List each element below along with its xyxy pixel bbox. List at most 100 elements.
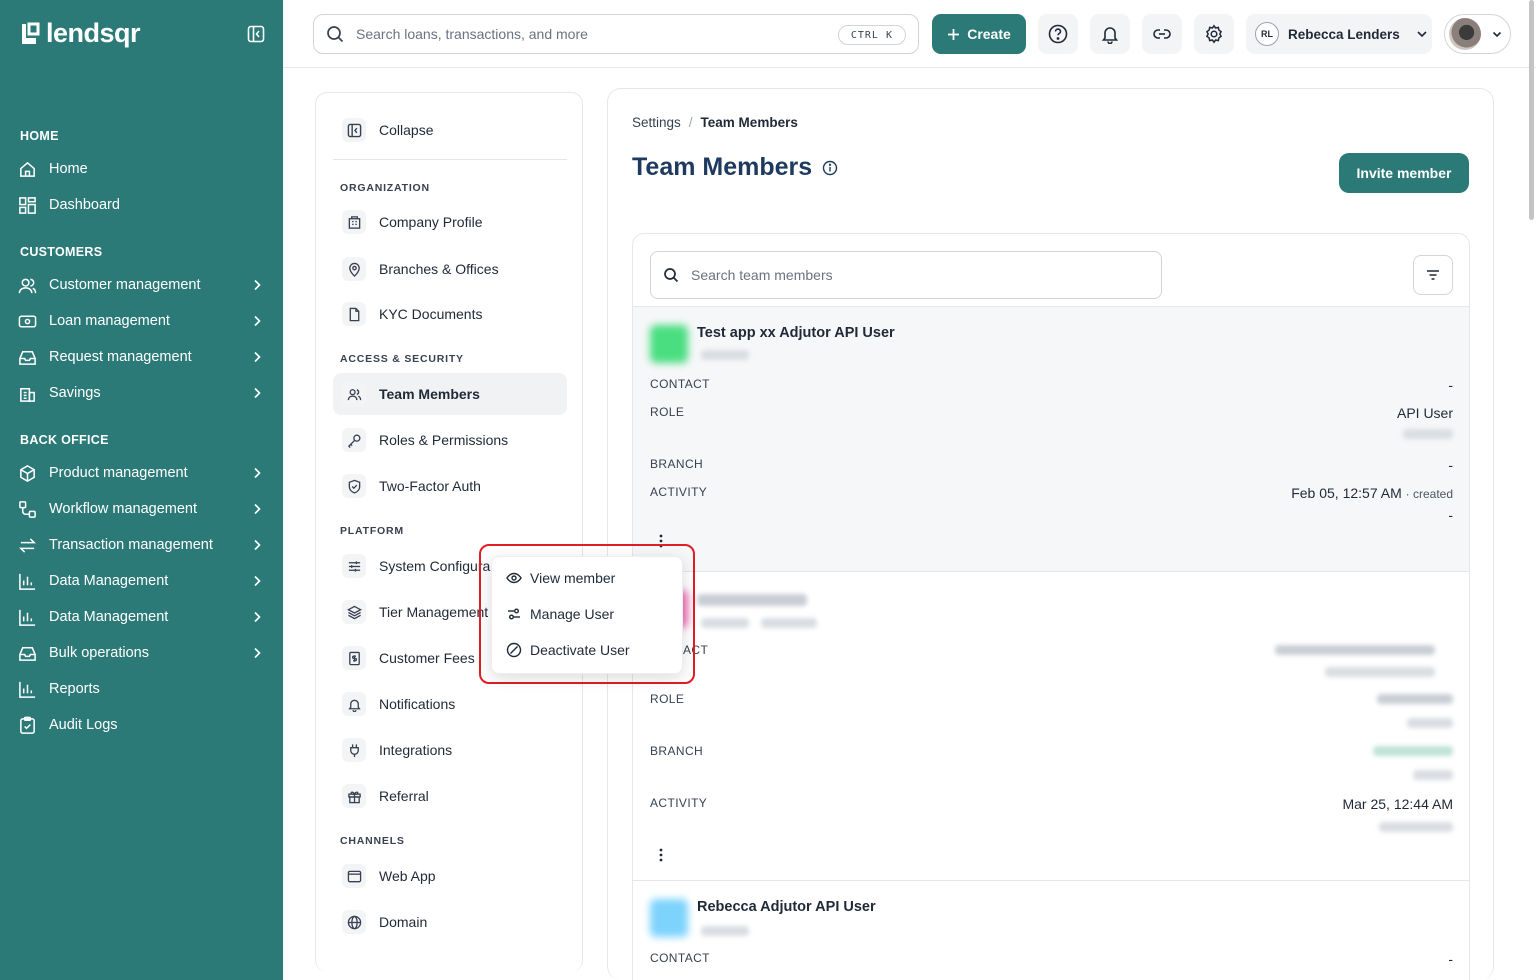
sidebar-item-data-management[interactable]: Data Management — [18, 566, 268, 596]
redacted-text — [701, 350, 749, 360]
member-name: Rebecca Adjutor API User — [697, 899, 876, 915]
redacted-text — [1325, 667, 1435, 677]
redacted-text — [761, 618, 817, 628]
sidebar-item-audit-logs[interactable]: Audit Logs — [18, 710, 268, 740]
table-row[interactable]: ACT ROLE BRANCH ACTIVITY Mar 25, 12:44 A… — [633, 571, 1469, 880]
gift-icon — [347, 790, 361, 803]
link-button[interactable] — [1142, 14, 1182, 54]
chevron-right-icon — [254, 315, 261, 327]
banknote-icon — [18, 315, 37, 327]
sidebar-item-request-management[interactable]: Request management — [18, 342, 268, 372]
chevron-right-icon — [254, 503, 261, 515]
filter-icon — [1427, 270, 1439, 280]
bell-icon — [347, 699, 361, 712]
chevron-down-icon — [1492, 31, 1502, 38]
sidebar-item-home[interactable]: Home — [18, 154, 268, 184]
breadcrumb: Settings / Team Members — [632, 115, 798, 130]
sliders-icon — [348, 560, 360, 572]
table-row[interactable]: Rebecca Adjutor API User CONTACT - — [633, 880, 1469, 980]
user-initials-avatar: RL — [1255, 22, 1279, 46]
member-actions-menu: View member Manage User Deactivate User — [491, 556, 683, 674]
search-shortcut-badge: CTRL K — [837, 25, 906, 45]
organization-switcher[interactable]: RL Rebecca Lenders — [1246, 14, 1432, 54]
sidebar-item-data-management-2[interactable]: Data Management — [18, 602, 268, 632]
chevron-down-icon — [1417, 31, 1427, 38]
search-icon — [327, 26, 344, 43]
sidebar-collapse-icon[interactable] — [247, 25, 265, 43]
member-search[interactable] — [650, 251, 1162, 299]
plug-icon — [349, 743, 359, 757]
settings-section-access-security: ACCESS & SECURITY — [340, 353, 464, 365]
sidebar-item-reports[interactable]: Reports — [18, 674, 268, 704]
settings-item-domain[interactable]: Domain — [333, 901, 567, 943]
help-button[interactable] — [1038, 14, 1078, 54]
settings-item-two-factor-auth[interactable]: Two-Factor Auth — [333, 465, 567, 507]
sidebar-item-product-management[interactable]: Product management — [18, 458, 268, 488]
avatar — [1449, 18, 1481, 50]
notifications-button[interactable] — [1090, 14, 1130, 54]
ban-icon — [506, 642, 522, 658]
settings-button[interactable] — [1194, 14, 1234, 54]
users-icon — [18, 278, 37, 293]
settings-item-notifications[interactable]: Notifications — [333, 683, 567, 725]
member-search-input[interactable] — [691, 267, 1111, 283]
table-row[interactable]: Test app xx Adjutor API User CONTACT - R… — [633, 306, 1469, 571]
role-label: ROLE — [650, 405, 685, 419]
deactivate-user-menu-item[interactable]: Deactivate User — [506, 636, 630, 664]
settings-item-roles-permissions[interactable]: Roles & Permissions — [333, 419, 567, 461]
settings-item-company-profile[interactable]: Company Profile — [333, 201, 567, 243]
activity-label: ACTIVITY — [650, 485, 708, 499]
layers-icon — [346, 605, 362, 619]
key-icon — [347, 433, 361, 448]
settings-item-team-members[interactable]: Team Members — [333, 373, 567, 415]
settings-nav: Collapse ORGANIZATION Company Profile Br… — [315, 92, 583, 972]
global-search[interactable]: CTRL K — [313, 14, 919, 54]
sidebar-item-savings[interactable]: Savings — [18, 378, 268, 408]
settings-item-branches[interactable]: Branches & Offices — [333, 248, 567, 290]
document-icon — [349, 307, 359, 321]
sidebar-item-loan-management[interactable]: Loan management — [18, 306, 268, 336]
brand-logo[interactable]: lendsqr — [20, 18, 141, 49]
settings-item-kyc-documents[interactable]: KYC Documents — [333, 293, 567, 335]
breadcrumb-settings-link[interactable]: Settings — [632, 115, 681, 130]
page-scrollbar[interactable] — [1529, 0, 1534, 220]
filter-button[interactable] — [1413, 255, 1453, 295]
sidebar-item-workflow-management[interactable]: Workflow management — [18, 494, 268, 524]
settings-item-web-app[interactable]: Web App — [333, 855, 567, 897]
invite-member-button[interactable]: Invite member — [1339, 153, 1469, 193]
contact-value: - — [1448, 377, 1453, 393]
settings-collapse-button[interactable]: Collapse — [333, 109, 567, 151]
sidebar-item-dashboard[interactable]: Dashboard — [18, 190, 268, 220]
role-label: ROLE — [650, 692, 685, 706]
contact-label: CONTACT — [650, 377, 710, 391]
view-member-menu-item[interactable]: View member — [506, 564, 615, 592]
sidebar-item-customer-management[interactable]: Customer management — [18, 270, 268, 300]
redacted-text — [697, 594, 807, 606]
sidebar-item-transaction-management[interactable]: Transaction management — [18, 530, 268, 560]
sidebar-section-customers: CUSTOMERS — [20, 245, 103, 259]
info-icon[interactable] — [822, 160, 838, 176]
sidebar-item-bulk-operations[interactable]: Bulk operations — [18, 638, 268, 668]
chevron-right-icon — [254, 647, 261, 659]
bar-chart-icon — [19, 609, 36, 626]
transfer-icon — [19, 537, 36, 553]
bell-icon — [1101, 27, 1119, 44]
help-circle-icon — [1048, 24, 1068, 44]
box-icon — [20, 464, 35, 482]
receipt-icon — [348, 651, 360, 665]
create-button[interactable]: Create — [932, 14, 1026, 54]
contact-value: - — [1448, 951, 1453, 967]
more-vertical-icon[interactable] — [653, 847, 669, 863]
workflow-icon — [19, 500, 36, 518]
manage-user-menu-item[interactable]: Manage User — [506, 600, 614, 628]
profile-menu[interactable] — [1444, 14, 1511, 54]
home-icon — [20, 161, 35, 177]
clipboard-check-icon — [20, 716, 35, 734]
global-search-input[interactable] — [356, 26, 816, 42]
settings-item-integrations[interactable]: Integrations — [333, 729, 567, 771]
settings-item-referral[interactable]: Referral — [333, 775, 567, 817]
redacted-text — [1379, 822, 1453, 832]
sidebar-section-home: HOME — [20, 129, 59, 143]
activity-label: ACTIVITY — [650, 796, 708, 810]
user-name: Rebecca Lenders — [1288, 26, 1400, 42]
